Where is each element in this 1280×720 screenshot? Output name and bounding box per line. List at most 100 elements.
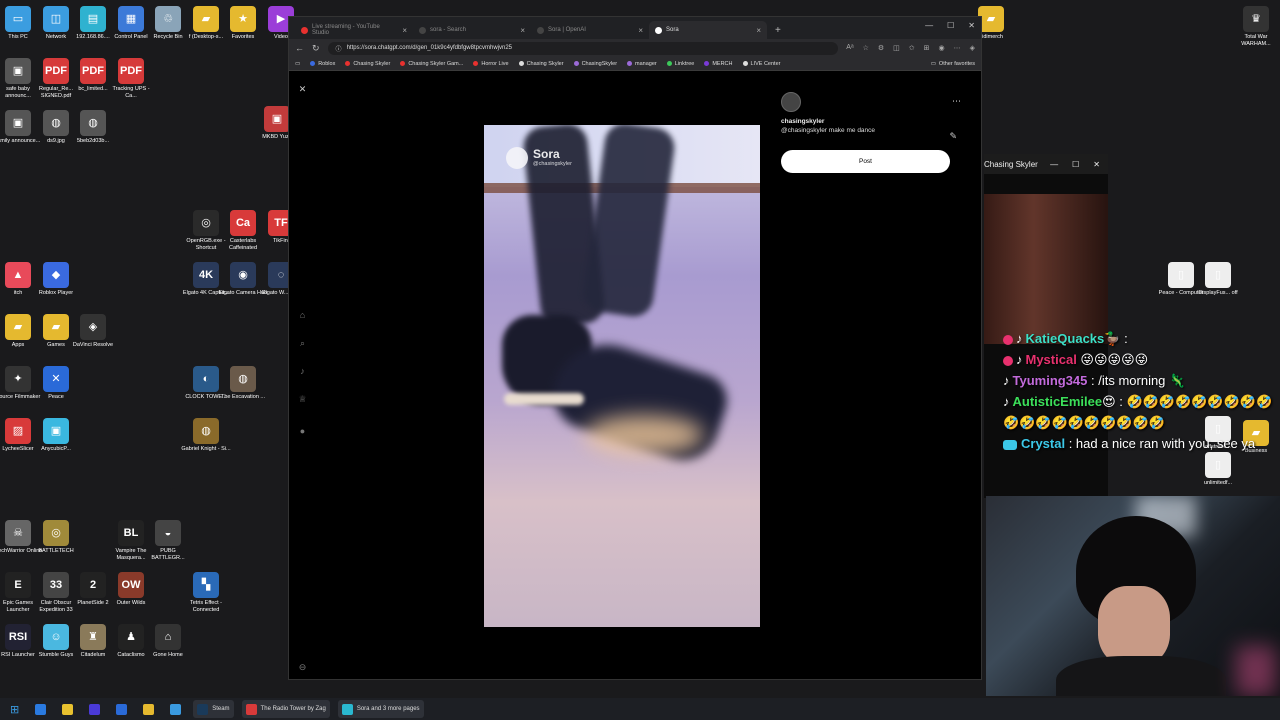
site-info-icon[interactable]: ⓘ — [336, 44, 342, 53]
profile-icon[interactable]: ● — [297, 426, 308, 437]
taskbar-item[interactable] — [112, 700, 131, 718]
bookmark-item[interactable]: MERCH — [704, 61, 733, 67]
favorite-star-icon[interactable]: ☆ — [863, 44, 869, 52]
search-icon[interactable]: ⌕ — [297, 338, 308, 349]
split-screen-icon[interactable]: ◫ — [893, 44, 900, 52]
desktop-icon-gabriel-knight-si[interactable]: ◍ Gabriel Knight - Si... — [181, 418, 231, 453]
desktop-icon-unlimitedf[interactable]: ▯ unlimitedf... — [1193, 452, 1243, 487]
new-tab-button[interactable]: + — [767, 25, 789, 39]
bookmark-label: Chasing Skyler — [353, 60, 391, 67]
maximize-icon[interactable]: ☐ — [1072, 160, 1079, 169]
desktop-icon-tetris-effect-connected[interactable]: ▚ Tetris Effect - Connected — [181, 572, 231, 614]
taskbar-item[interactable] — [58, 700, 77, 718]
desktop-icon-5beb2d03b[interactable]: ◍ 5beb2d03b... — [68, 110, 118, 145]
desktop-icon-label: Tracking UPS - Ca... — [112, 86, 150, 99]
edit-icon[interactable]: ✎ — [949, 131, 957, 142]
chat-message: Crystal : had a nice ran with you, see y… — [1003, 433, 1273, 454]
tab-close-icon[interactable]: × — [638, 26, 643, 35]
desktop-icon-label: The Excavation ... — [220, 394, 266, 400]
taskbar-item[interactable]: Sora and 3 more pages — [337, 700, 424, 718]
extensions-icon[interactable]: ⚙ — [878, 44, 884, 52]
post-button[interactable]: Post — [781, 150, 950, 173]
desktop-icon-pubg-battlegr[interactable]: ◒ PUBG BATTLEGR... — [143, 520, 193, 562]
other-favorites[interactable]: ▭ Other favorites — [931, 61, 975, 67]
bookmark-item[interactable]: ChasingSkyler — [573, 61, 617, 67]
browser-tab[interactable]: Sora × — [649, 21, 767, 39]
app-icon: ▯ — [1168, 262, 1194, 288]
browser-tab[interactable]: Live streaming - YouTube Studio × — [295, 21, 413, 39]
video-player[interactable]: Sora @chasingskyler — [484, 125, 760, 627]
bell-icon[interactable]: ♪ — [297, 366, 308, 377]
maximize-icon[interactable]: ☐ — [947, 21, 954, 30]
bookmark-item[interactable]: manager — [627, 61, 657, 67]
app-icon: ▤ — [80, 6, 106, 32]
bookmark-item[interactable]: Roblox — [310, 61, 335, 67]
start-button[interactable]: ⊞ — [6, 700, 23, 718]
avatar[interactable] — [781, 92, 801, 112]
address-bar[interactable]: ⓘ https://sora.chatgpt.com/d/gen_01k9c4y… — [327, 41, 839, 55]
close-icon[interactable]: ✕ — [297, 84, 308, 95]
browser-tab[interactable]: Sora | OpenAI × — [531, 21, 649, 39]
desktop-icon-label: DisplayFus... off — [1198, 290, 1238, 296]
tab-close-icon[interactable]: × — [756, 26, 761, 35]
desktop-icon-battletech[interactable]: ◎ BATTLETECH — [31, 520, 81, 555]
taskbar-item[interactable] — [139, 700, 158, 718]
close-icon[interactable]: ✕ — [968, 21, 975, 30]
webcam-feed — [986, 496, 1280, 696]
bookmark-favicon-icon — [573, 61, 579, 66]
settings-icon[interactable]: ⊖ — [297, 662, 308, 673]
taskbar-item[interactable] — [85, 700, 104, 718]
read-aloud-icon[interactable]: Aᵃ — [846, 44, 853, 52]
app-icon: ✕ — [43, 366, 69, 392]
app-icon: 33 — [43, 572, 69, 598]
home-icon[interactable]: ⌂ — [297, 310, 308, 321]
minimize-icon[interactable]: — — [1050, 160, 1058, 169]
app-icon: ◍ — [80, 110, 106, 136]
desktop-icon-outer-wilds[interactable]: OW Outer Wilds — [106, 572, 156, 607]
bookmark-item[interactable]: Linktree — [666, 61, 694, 67]
bookmark-folder-icon[interactable]: ▭ — [295, 61, 300, 67]
desktop-icon-peace[interactable]: ✕ Peace — [31, 366, 81, 401]
app-icon: ◫ — [43, 6, 69, 32]
desktop-icon-total-war-warham[interactable]: ♛ Total War WARHAM... — [1231, 6, 1280, 48]
username[interactable]: chasingskyler — [781, 118, 971, 125]
desktop-icon-label: 5beb2d03b... — [76, 138, 110, 144]
refresh-icon[interactable]: ↻ — [312, 43, 320, 54]
profile-icon[interactable]: ◉ — [939, 44, 945, 52]
desktop-icon-anycubicp[interactable]: ▣ AnycubicP... — [31, 418, 81, 453]
minimize-icon[interactable]: — — [925, 21, 933, 30]
browser-tab[interactable]: sora - Search × — [413, 21, 531, 39]
bookmark-item[interactable]: Chasing Skyler — [518, 61, 564, 67]
sora-logo-icon — [506, 147, 528, 169]
tab-close-icon[interactable]: × — [520, 26, 525, 35]
tiktok-icon: ♪ — [1016, 331, 1023, 346]
taskbar-item[interactable]: The Radio Tower by Zag — [241, 700, 330, 718]
close-icon[interactable]: ✕ — [1093, 160, 1100, 169]
sora-sidebar: ✕ ⌂ ⌕ ♪ ♕ ● ⊖ — [295, 72, 311, 679]
chat-text: : /its morning 🦎 — [1087, 373, 1186, 388]
desktop-icon-tracking-ups-ca[interactable]: PDF Tracking UPS - Ca... — [106, 58, 156, 100]
bookmark-item[interactable]: Chasing Skyler — [345, 61, 390, 67]
tab-strip: Live streaming - YouTube Studio × sora - S… — [289, 17, 981, 39]
taskbar-item[interactable] — [31, 700, 50, 718]
tab-close-icon[interactable]: × — [402, 26, 407, 35]
more-icon[interactable]: ⋯ — [954, 44, 961, 52]
taskbar-item[interactable]: Steam — [193, 700, 234, 718]
bookmark-item[interactable]: Chasing Skyler Gam... — [400, 61, 463, 67]
taskbar-item[interactable] — [166, 700, 185, 718]
desktop-icon-the-excavation[interactable]: ◍ The Excavation ... — [218, 366, 268, 401]
favorites-icon[interactable]: ✩ — [909, 44, 915, 52]
more-options-icon[interactable]: ⋯ — [952, 96, 961, 107]
desktop-icon-displayfus-off[interactable]: ▯ DisplayFus... off — [1193, 262, 1243, 297]
desktop-icon-label: unlimitedf... — [1203, 480, 1233, 486]
bookmark-item[interactable]: LIVE Center — [742, 61, 780, 67]
bookmark-item[interactable]: Horror Live — [473, 61, 509, 67]
copilot-icon[interactable]: ◈ — [970, 44, 975, 52]
desktop-icon-gone-home[interactable]: ⌂ Gone Home — [143, 624, 193, 659]
back-icon[interactable]: ← — [295, 43, 304, 53]
chat-window-titlebar: Chasing Skyler — ☐ ✕ — [984, 154, 1108, 174]
trophy-icon[interactable]: ♕ — [297, 394, 308, 405]
desktop-icon-roblox-player[interactable]: ◆ Roblox Player — [31, 262, 81, 297]
desktop-icon-davinci-resolve[interactable]: ◈ DaVinci Resolve — [68, 314, 118, 349]
collections-icon[interactable]: ⊞ — [924, 44, 930, 52]
